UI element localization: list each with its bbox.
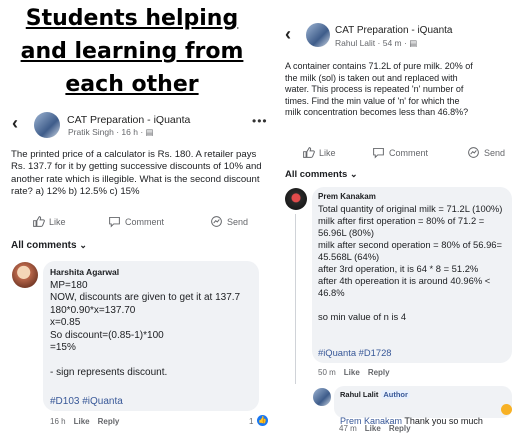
all-comments-label: All comments — [11, 240, 77, 251]
comment-footer: 16 h Like Reply — [50, 417, 119, 426]
messenger-icon — [211, 216, 222, 227]
reply-time: 47 m — [339, 424, 357, 433]
comment-label: Comment — [389, 147, 429, 158]
like-label: Like — [49, 216, 66, 227]
right-post-panel: ‹ CAT Preparation - iQuanta Rahul Lalit … — [275, 0, 517, 437]
like-label: Like — [319, 147, 336, 158]
comment-icon — [373, 147, 384, 159]
all-comments-filter[interactable]: All comments ⌄ — [285, 169, 357, 180]
post-text: A container contains 71.2L of pure milk.… — [285, 61, 473, 118]
thread-line — [295, 214, 296, 384]
post-text: The printed price of a calculator is Rs.… — [11, 149, 262, 197]
comment-reply-link[interactable]: Reply — [98, 417, 120, 426]
comment-footer: 50 m Like Reply — [318, 368, 390, 377]
comment-reply-link[interactable]: Reply — [368, 368, 390, 377]
like-reaction-icon: 👍 — [257, 415, 268, 426]
back-arrow-icon[interactable]: ‹ — [285, 24, 291, 45]
more-options-icon[interactable]: ••• — [252, 114, 268, 128]
left-post-panel: ‹ CAT Preparation - iQuanta Pratik Singh… — [0, 104, 270, 437]
comment-bubble: Harshita Agarwal MP=180 NOW, discounts a… — [43, 261, 259, 411]
comment-time: 50 m — [318, 368, 336, 377]
headline-line-2: and learning from — [20, 39, 244, 64]
author-name[interactable]: Pratik Singh — [68, 127, 114, 137]
group-avatar[interactable] — [34, 112, 60, 138]
author-name[interactable]: Rahul Lalit — [335, 38, 375, 48]
group-name[interactable]: CAT Preparation - iQuanta — [67, 114, 190, 126]
comment-button[interactable]: Comment — [108, 215, 164, 228]
all-comments-label: All comments — [285, 169, 348, 180]
post-time: 54 m — [382, 38, 402, 48]
headline-line-3: each other — [65, 72, 199, 97]
like-button[interactable]: Like — [32, 215, 66, 228]
commenter-avatar[interactable] — [285, 188, 307, 210]
comment-bubble: Prem Kanakam Total quantity of original … — [312, 187, 512, 363]
chevron-down-icon: ⌄ — [79, 240, 87, 250]
headline: Students helping and learning from each … — [12, 2, 252, 101]
comment-button[interactable]: Comment — [372, 146, 428, 159]
send-label: Send — [227, 216, 249, 227]
all-comments-filter[interactable]: All comments ⌄ — [11, 240, 87, 251]
reply-author: Rahul Lalit Author — [340, 390, 410, 399]
comment-time: 16 h — [50, 417, 66, 426]
comment-hashtags[interactable]: #iQuanta #D1728 — [318, 347, 392, 359]
commenter-avatar[interactable] — [12, 262, 38, 288]
comment-icon — [109, 216, 120, 228]
comment-hashtags[interactable]: #D103 #iQuanta — [50, 396, 123, 408]
group-avatar[interactable] — [306, 23, 330, 47]
comment-text: MP=180 NOW, discounts are given to get i… — [50, 280, 241, 378]
audience-icon: ▤ — [145, 127, 154, 137]
send-button[interactable]: Send — [210, 215, 248, 228]
post-meta: Pratik Singh · 16 h · ▤ — [68, 127, 154, 137]
comment-text: Total quantity of original milk = 71.2L … — [318, 203, 503, 322]
send-button[interactable]: Send — [467, 146, 505, 159]
comment-label: Comment — [125, 216, 165, 227]
send-label: Send — [484, 147, 506, 158]
reply-message: Thank you so much — [402, 416, 483, 427]
back-arrow-icon[interactable]: ‹ — [12, 113, 18, 134]
comment-like-link[interactable]: Like — [344, 368, 360, 377]
reply-avatar[interactable] — [313, 388, 331, 406]
like-button[interactable]: Like — [302, 146, 336, 159]
comment-like-link[interactable]: Like — [74, 417, 90, 426]
post-time: 16 h — [121, 127, 138, 137]
commenter-name[interactable]: Prem Kanakam — [318, 192, 376, 201]
headline-line-1: Students helping — [25, 6, 239, 31]
commenter-name[interactable]: Harshita Agarwal — [50, 267, 119, 277]
messenger-icon — [468, 147, 479, 158]
audience-icon: ▤ — [409, 38, 418, 48]
chevron-down-icon: ⌄ — [349, 169, 358, 179]
post-meta: Rahul Lalit · 54 m · ▤ — [335, 38, 418, 48]
reply-bubble: Rahul Lalit Author Prem Kanakam Thank you… — [334, 386, 512, 426]
reply-footer: 47 m Like Reply — [339, 424, 411, 433]
thumbs-up-icon — [303, 147, 315, 158]
reaction-count[interactable]: 1 — [249, 417, 253, 426]
reply-author-name[interactable]: Rahul Lalit — [340, 390, 378, 399]
reply-reply-link[interactable]: Reply — [389, 424, 411, 433]
reply-like-link[interactable]: Like — [365, 424, 381, 433]
group-name[interactable]: CAT Preparation - iQuanta — [335, 25, 452, 36]
author-badge: Author — [381, 390, 410, 399]
haha-reaction-icon — [501, 404, 512, 415]
thumbs-up-icon — [33, 216, 45, 227]
